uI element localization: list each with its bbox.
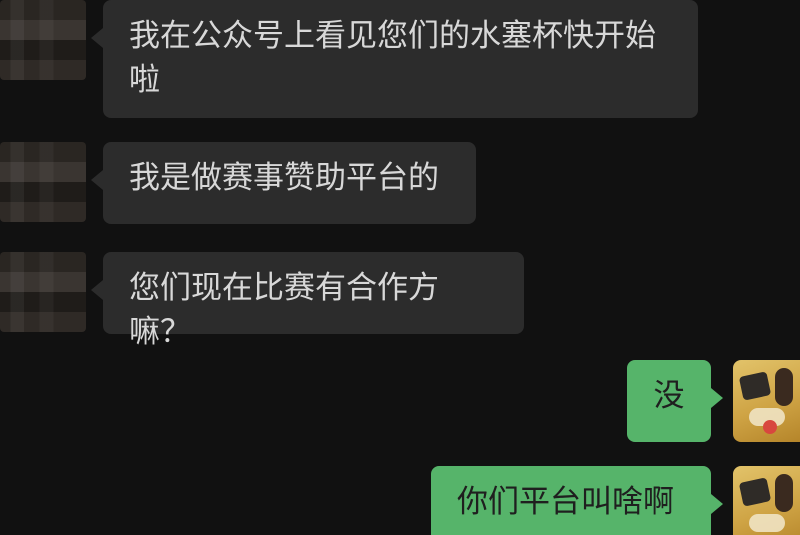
message-text: 我是做赛事赞助平台的	[129, 160, 439, 196]
avatar-figure-icon	[738, 371, 772, 401]
avatar-figure-icon	[775, 474, 793, 512]
avatar-figure-icon	[763, 420, 777, 434]
message-bubble-outgoing[interactable]: 没	[627, 360, 723, 442]
chat-view: 我在公众号上看见您们的水塞杯快开始啦 我是做赛事赞助平台的 您们现在比赛有合作方…	[0, 0, 800, 535]
contact-avatar[interactable]	[0, 142, 86, 222]
message-bubble-outgoing[interactable]: 你们平台叫啥啊	[431, 466, 723, 535]
avatar-figure-icon	[775, 368, 793, 406]
avatar-figure-icon	[749, 514, 785, 532]
contact-avatar[interactable]	[0, 0, 86, 80]
message-bubble-incoming[interactable]: 我是做赛事赞助平台的	[91, 142, 476, 224]
message-text: 您们现在比赛有合作方嘛？	[129, 270, 439, 350]
message-bubble-incoming[interactable]: 我在公众号上看见您们的水塞杯快开始啦	[91, 0, 698, 118]
message-text: 我在公众号上看见您们的水塞杯快开始啦	[129, 18, 656, 98]
contact-avatar[interactable]	[0, 252, 86, 332]
message-text: 没	[653, 378, 685, 414]
user-avatar[interactable]	[733, 466, 800, 535]
message-bubble-incoming[interactable]: 您们现在比赛有合作方嘛？	[91, 252, 524, 350]
message-text: 你们平台叫啥啊	[457, 484, 674, 520]
avatar-figure-icon	[738, 477, 772, 507]
user-avatar[interactable]	[733, 360, 800, 442]
